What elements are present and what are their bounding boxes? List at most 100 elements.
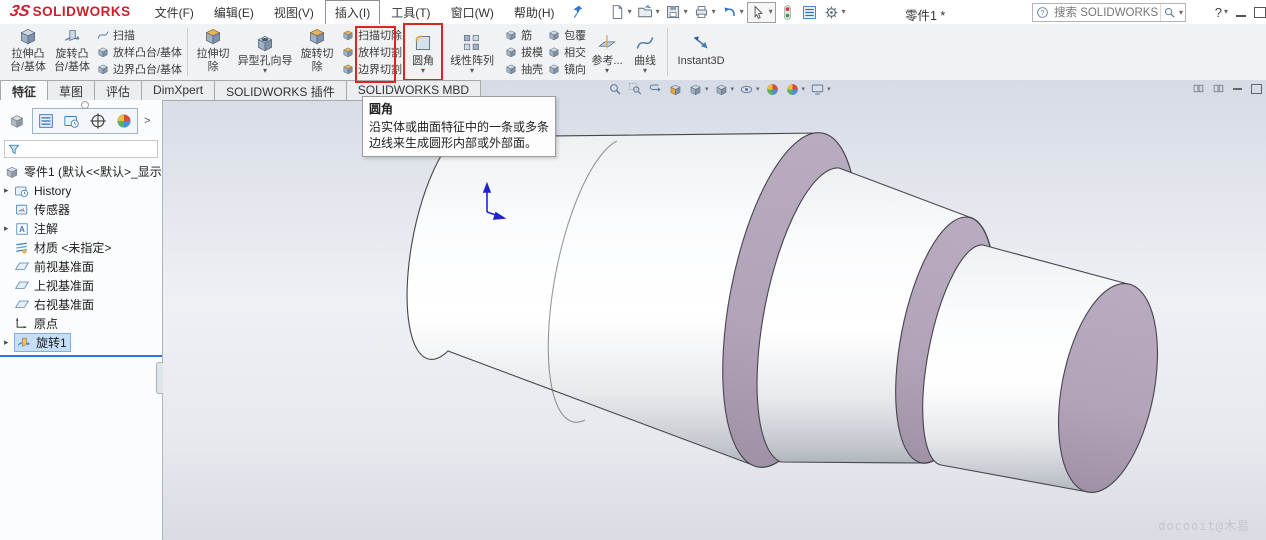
menu-help[interactable]: 帮助(H) [505,1,564,24]
expand-arrow-icon[interactable]: ▸ [4,337,14,348]
menu-view[interactable]: 视图(V) [265,1,323,24]
chevron-down-icon[interactable]: ▾ [263,66,267,75]
featuremanager-tab[interactable] [33,109,59,133]
chevron-down-icon[interactable]: ▾ [712,8,716,16]
chevron-down-icon[interactable]: ▾ [643,66,647,75]
tab-features[interactable]: 特征 [0,80,48,101]
rib-button[interactable]: 筋 [504,27,543,43]
intersect-button[interactable]: 相交 [547,44,586,60]
zoom-to-area-button[interactable] [628,82,643,97]
options-gear-button[interactable]: ▾ [821,3,848,22]
chevron-down-icon[interactable]: ▾ [802,86,806,93]
chevron-down-icon[interactable]: ▾ [731,86,735,93]
reference-geometry-button[interactable]: 参考... ▾ [588,29,626,76]
tab-evaluate[interactable]: 评估 [95,80,142,101]
tree-item-annotations[interactable]: ▸ 注解 [0,219,162,238]
tree-item-history[interactable]: ▸ History [0,181,162,200]
instant3d-button[interactable]: Instant3D [671,29,731,76]
tree-item-revolve1[interactable]: ▸ 旋转1 [0,333,162,352]
panel-splitter-handle[interactable] [156,362,163,394]
revolved-boss-button[interactable]: 旋转凸台/基体 [50,22,94,81]
menu-tools[interactable]: 工具(T) [382,1,439,24]
tab-solidworks-addins[interactable]: SOLIDWORKS 插件 [215,80,347,101]
chevron-down-icon[interactable]: ▾ [756,86,760,93]
tab-sketch[interactable]: 草图 [48,80,95,101]
rollback-bar[interactable] [0,355,162,357]
chevron-down-icon[interactable]: ▾ [421,66,425,75]
rebuild-button[interactable] [777,3,798,22]
curves-button[interactable]: 曲线 ▾ [626,29,664,76]
search-submit-button[interactable]: ▾ [1160,4,1185,21]
chevron-down-icon[interactable]: ▾ [470,66,474,75]
extruded-cut-button[interactable]: 拉伸切除 [191,22,235,81]
extruded-boss-button[interactable]: 拉伸凸台/基体 [6,22,50,81]
menu-file[interactable]: 文件(F) [146,1,203,24]
tree-item-sensors[interactable]: 传感器 [0,200,162,219]
display-style-button[interactable]: ▾ [714,82,735,97]
feature-tree-tab[interactable] [4,109,30,133]
print-button[interactable]: ▾ [691,3,718,22]
chevron-down-icon[interactable]: ▾ [769,8,773,16]
tree-root-part[interactable]: 零件1 (默认<<默认>_显示状态 [0,162,162,181]
panel-expand-chevron[interactable]: > [144,115,150,127]
chevron-down-icon[interactable]: ▾ [1224,8,1228,16]
menu-window[interactable]: 窗口(W) [442,1,503,24]
chevron-down-icon[interactable]: ▾ [740,8,744,16]
menu-pin-icon[interactable] [571,4,587,20]
save-button[interactable]: ▾ [663,3,690,22]
revolved-shaft-model[interactable] [0,80,1266,540]
show-preview-pane-icon[interactable] [1193,83,1204,94]
fillet-button[interactable]: 圆角 ▾ [404,29,442,76]
hole-wizard-button[interactable]: 异型孔向导 ▾ [235,29,295,76]
section-view-button[interactable] [668,82,683,97]
new-document-button[interactable]: ▾ [607,3,634,22]
chevron-down-icon[interactable]: ▾ [1179,9,1183,17]
boundary-cut-button[interactable]: 边界切割 [341,61,402,77]
tab-dimxpert[interactable]: DimXpert [142,80,215,101]
expand-arrow-icon[interactable]: ▸ [4,185,14,196]
show-pane-icon[interactable] [1213,83,1224,94]
swept-cut-button[interactable]: 扫描切除 [341,27,402,43]
doc-restore-button[interactable] [1251,84,1262,94]
zoom-to-fit-button[interactable] [608,82,623,97]
propertymanager-tab[interactable] [59,109,85,133]
swept-boss-button[interactable]: 扫描 [96,27,182,43]
tree-item-material[interactable]: 材质 <未指定> [0,238,162,257]
doc-minimize-button[interactable] [1233,88,1242,90]
configurationmanager-tab[interactable] [85,109,111,133]
select-tool-button[interactable]: ▾ [747,2,776,23]
lofted-cut-button[interactable]: 放样切割 [341,44,402,60]
apply-scene-button[interactable]: ▾ [785,82,806,97]
help-button[interactable]: ?▾ [1215,5,1228,20]
tree-item-origin[interactable]: 原点 [0,314,162,333]
wrap-button[interactable]: 包覆 [547,27,586,43]
view-orientation-button[interactable]: ▾ [688,82,709,97]
menu-edit[interactable]: 编辑(E) [205,1,263,24]
tree-item-top-plane[interactable]: 上视基准面 [0,276,162,295]
expand-arrow-icon[interactable]: ▸ [4,223,14,234]
displaymanager-tab[interactable] [111,109,137,133]
chevron-down-icon[interactable]: ▾ [605,66,609,75]
tree-filter-bar[interactable] [4,140,158,158]
file-properties-button[interactable] [799,3,820,22]
chevron-down-icon[interactable]: ▾ [842,8,846,16]
edit-appearance-button[interactable] [765,82,780,97]
view-settings-button[interactable]: ▾ [810,82,831,97]
boundary-boss-button[interactable]: 边界凸台/基体 [96,61,182,77]
hide-show-items-button[interactable]: ▾ [739,82,760,97]
mirror-button[interactable]: 镜向 [547,61,586,77]
undo-button[interactable]: ▾ [719,3,746,22]
minimize-button[interactable] [1236,7,1246,17]
search-input[interactable] [1052,6,1160,20]
tree-item-right-plane[interactable]: 右视基准面 [0,295,162,314]
selected-feature-highlight[interactable]: 旋转1 [14,333,71,352]
chevron-down-icon[interactable]: ▾ [827,86,831,93]
revolved-cut-button[interactable]: 旋转切除 [295,22,339,81]
restore-button[interactable] [1254,7,1266,18]
shaft-body[interactable] [407,122,1173,501]
lofted-boss-button[interactable]: 放样凸台/基体 [96,44,182,60]
graphics-viewport[interactable]: docooit@木易 [0,80,1266,540]
chevron-down-icon[interactable]: ▾ [628,8,632,16]
draft-button[interactable]: 拔模 [504,44,543,60]
menu-insert[interactable]: 插入(I) [325,0,380,25]
